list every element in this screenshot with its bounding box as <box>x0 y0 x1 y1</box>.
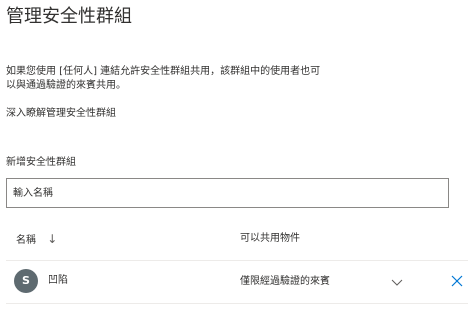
panel-title: 管理安全性群組 <box>6 6 132 27</box>
learn-more-link[interactable]: 深入瞭解管理安全性群組 <box>6 107 116 121</box>
permission-dropdown[interactable]: 僅限經過驗證的來賓 <box>228 269 418 295</box>
panel-description: 如果您使用 [任何人] 連結允許安全性群組共用，該群組中的使用者也可以與通過驗證… <box>6 66 321 91</box>
arrow-down-icon: ↓ <box>47 232 58 246</box>
chevron-down-icon <box>391 279 403 286</box>
add-group-label: 新增安全性群組 <box>6 157 76 168</box>
group-name: 凹陷 <box>48 275 68 286</box>
avatar: S <box>14 269 38 293</box>
manage-security-groups-panel: 管理安全性群組 如果您使用 [任何人] 連結允許安全性群組共用，該群組中的使用者… <box>0 0 474 311</box>
permission-value: 僅限經過驗證的來賓 <box>240 276 330 287</box>
close-icon[interactable] <box>450 274 464 288</box>
column-header-can-share: 可以共用物件 <box>240 233 300 244</box>
column-header-name-label: 名稱 <box>16 235 36 246</box>
group-name-input[interactable] <box>6 178 449 208</box>
column-header-name[interactable]: 名稱 ↓ <box>16 232 57 248</box>
table-row: S 凹陷 僅限經過驗證的來賓 <box>6 260 468 304</box>
